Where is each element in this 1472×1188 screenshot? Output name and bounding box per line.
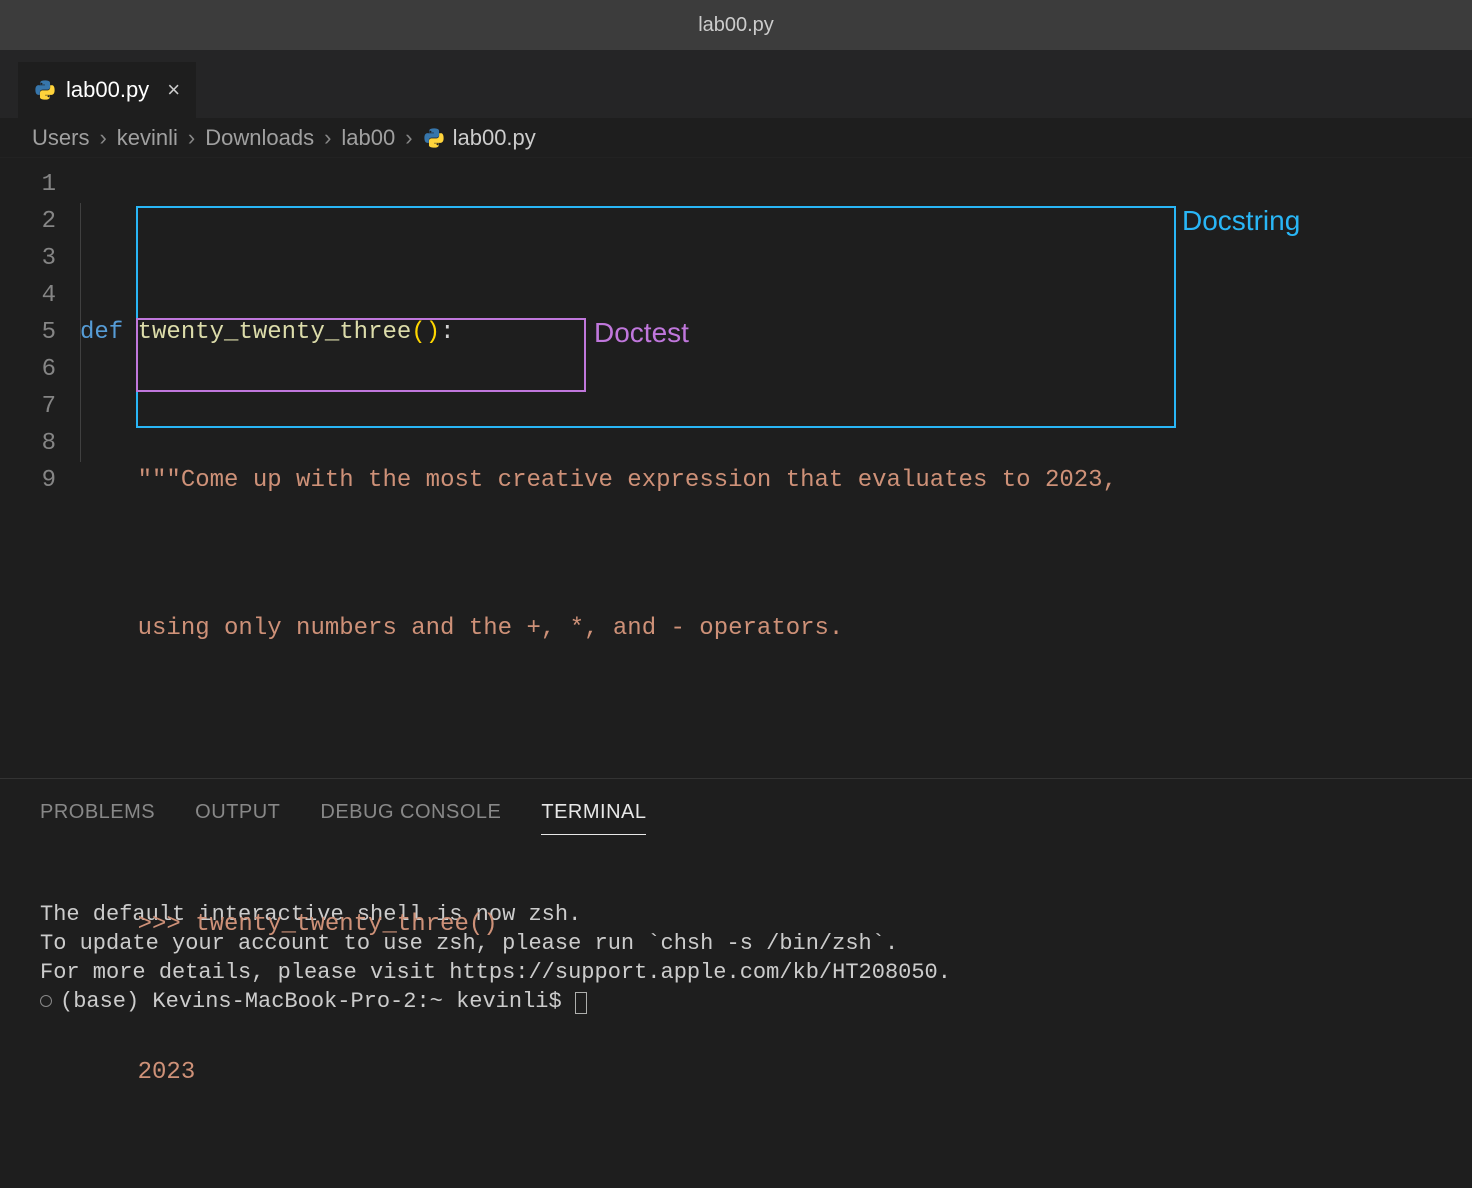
python-icon xyxy=(34,79,56,101)
code-line: """Come up with the most creative expres… xyxy=(80,462,1472,499)
close-icon[interactable]: × xyxy=(167,77,180,103)
line-number: 9 xyxy=(0,462,56,499)
chevron-right-icon: › xyxy=(188,125,195,151)
code-line: >>> twenty_twenty_three() xyxy=(80,906,1472,943)
line-number: 1 xyxy=(0,166,56,203)
token-string: using only numbers and the +, *, and - o… xyxy=(138,615,844,642)
chevron-right-icon: › xyxy=(405,125,412,151)
line-number: 5 xyxy=(0,314,56,351)
tab-filename: lab00.py xyxy=(66,77,149,103)
breadcrumb: Users › kevinli › Downloads › lab00 › la… xyxy=(0,118,1472,158)
code-editor[interactable]: 1 2 3 4 5 6 7 8 9 def twenty_twenty_thre… xyxy=(0,158,1472,778)
docstring-annotation-label: Docstring xyxy=(1182,202,1300,239)
breadcrumb-segment[interactable]: lab00 xyxy=(341,125,395,151)
python-icon xyxy=(423,127,445,149)
token-string: 2023 xyxy=(138,1059,196,1086)
circle-icon xyxy=(40,995,52,1007)
line-number: 8 xyxy=(0,425,56,462)
line-number-gutter: 1 2 3 4 5 6 7 8 9 xyxy=(0,166,80,778)
code-line: def twenty_twenty_three(): xyxy=(80,314,1472,351)
token-string: >>> twenty_twenty_three() xyxy=(138,911,498,938)
editor-tab-bar: lab00.py × xyxy=(0,50,1472,118)
line-number: 3 xyxy=(0,240,56,277)
code-area[interactable]: def twenty_twenty_three(): """Come up wi… xyxy=(80,166,1472,778)
indent-guide xyxy=(80,203,81,462)
token-punct: ( xyxy=(411,319,425,346)
chevron-right-icon: › xyxy=(99,125,106,151)
breadcrumb-segment[interactable]: Users xyxy=(32,125,89,151)
breadcrumb-file[interactable]: lab00.py xyxy=(423,125,536,151)
token-punct: ) xyxy=(426,319,440,346)
window-titlebar: lab00.py xyxy=(0,0,1472,50)
breadcrumb-filename: lab00.py xyxy=(453,125,536,151)
token-function: twenty_twenty_three xyxy=(138,319,412,346)
code-line xyxy=(80,758,1472,795)
code-line: using only numbers and the +, *, and - o… xyxy=(80,610,1472,647)
breadcrumb-segment[interactable]: Downloads xyxy=(205,125,314,151)
token-punct: : xyxy=(440,319,454,346)
line-number: 6 xyxy=(0,351,56,388)
window-title: lab00.py xyxy=(698,14,774,37)
token-string: Come up with the most creative expressio… xyxy=(181,467,1117,494)
chevron-right-icon: › xyxy=(324,125,331,151)
line-number: 7 xyxy=(0,388,56,425)
code-line: 2023 xyxy=(80,1054,1472,1091)
line-number: 4 xyxy=(0,277,56,314)
token-keyword: def xyxy=(80,319,123,346)
line-number: 2 xyxy=(0,203,56,240)
token-string: """ xyxy=(138,467,181,494)
editor-tab-lab00[interactable]: lab00.py × xyxy=(18,62,196,118)
breadcrumb-segment[interactable]: kevinli xyxy=(117,125,178,151)
